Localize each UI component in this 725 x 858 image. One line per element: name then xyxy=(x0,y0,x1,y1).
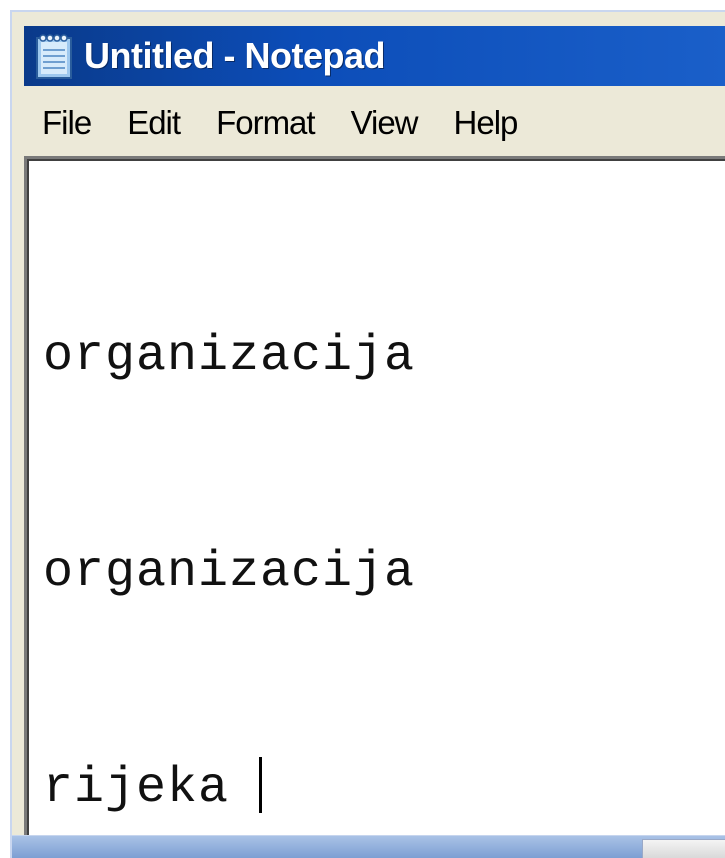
menu-bar: File Edit Format View Help xyxy=(24,92,725,154)
menu-view[interactable]: View xyxy=(333,100,436,146)
text-caret xyxy=(259,757,263,813)
editor-line-3: rijeka xyxy=(43,753,725,825)
window-title: Untitled - Notepad xyxy=(84,35,385,76)
editor-line-1: organizacija xyxy=(43,328,416,385)
notepad-icon[interactable] xyxy=(32,32,78,80)
text-editor-area[interactable]: organizacija organizacija rijeka xyxy=(24,156,725,838)
editor-line-3-text: rijeka xyxy=(43,760,230,817)
notepad-window: Untitled - Notepad File Edit Format View… xyxy=(10,10,725,858)
title-bar[interactable]: Untitled - Notepad xyxy=(24,26,725,86)
taskbar-button[interactable] xyxy=(642,839,725,858)
menu-edit[interactable]: Edit xyxy=(109,100,198,146)
menu-file[interactable]: File xyxy=(24,100,109,146)
editor-content[interactable]: organizacija organizacija rijeka xyxy=(43,177,725,838)
editor-line-2: organizacija xyxy=(43,544,416,601)
menu-format[interactable]: Format xyxy=(198,100,333,146)
menu-help[interactable]: Help xyxy=(436,100,536,146)
taskbar-strip xyxy=(12,835,725,858)
